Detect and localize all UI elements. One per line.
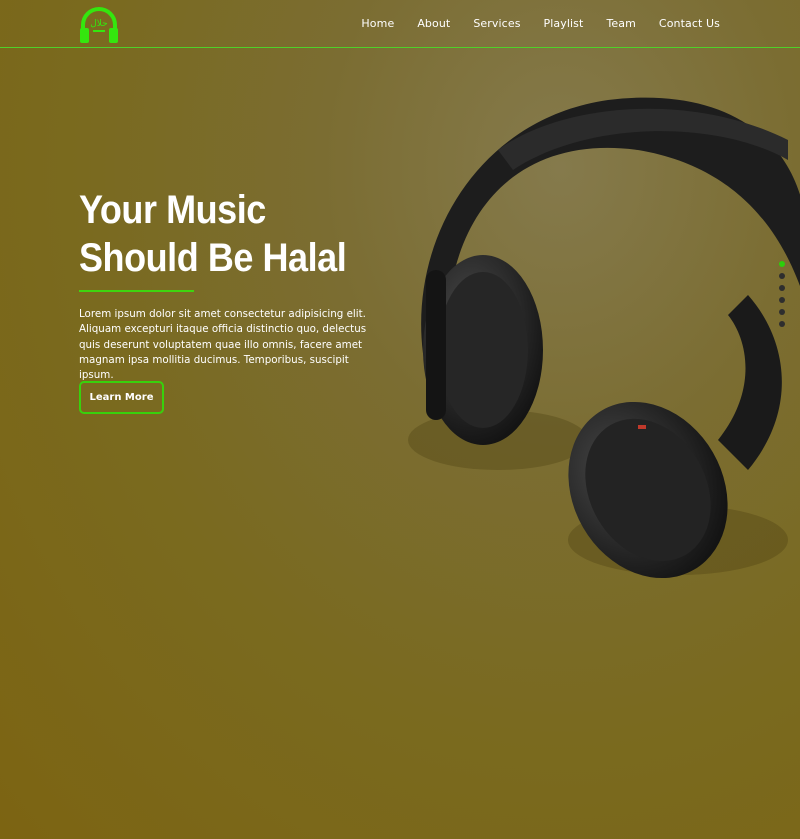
- nav-services[interactable]: Services: [473, 17, 520, 30]
- slider-dot-1[interactable]: [779, 261, 785, 267]
- slider-dot-4[interactable]: [779, 297, 785, 303]
- navbar: حلال Home About Services Playlist Team C…: [0, 0, 800, 48]
- slider-dot-6[interactable]: [779, 321, 785, 327]
- learn-more-button[interactable]: Learn More: [79, 381, 164, 414]
- nav-about[interactable]: About: [417, 17, 450, 30]
- nav-menu: Home About Services Playlist Team Contac…: [338, 17, 720, 30]
- hero-title: Your Music Should Be Halal: [79, 188, 347, 280]
- nav-playlist[interactable]: Playlist: [544, 17, 584, 30]
- nav-team[interactable]: Team: [606, 17, 635, 30]
- nav-home[interactable]: Home: [361, 17, 394, 30]
- slider-dots: [779, 261, 787, 333]
- logo-text: حلال: [90, 19, 107, 29]
- nav-contact-us[interactable]: Contact Us: [659, 17, 720, 30]
- slider-dot-5[interactable]: [779, 309, 785, 315]
- title-underline: [79, 290, 194, 292]
- headphones-image: [408, 97, 800, 579]
- page: حلال Home About Services Playlist Team C…: [0, 0, 800, 839]
- slider-dot-3[interactable]: [779, 285, 785, 291]
- halal-headphones-logo[interactable]: حلال: [78, 6, 120, 44]
- slider-dot-2[interactable]: [779, 273, 785, 279]
- hero-description: Lorem ipsum dolor sit amet consectetur a…: [79, 308, 367, 382]
